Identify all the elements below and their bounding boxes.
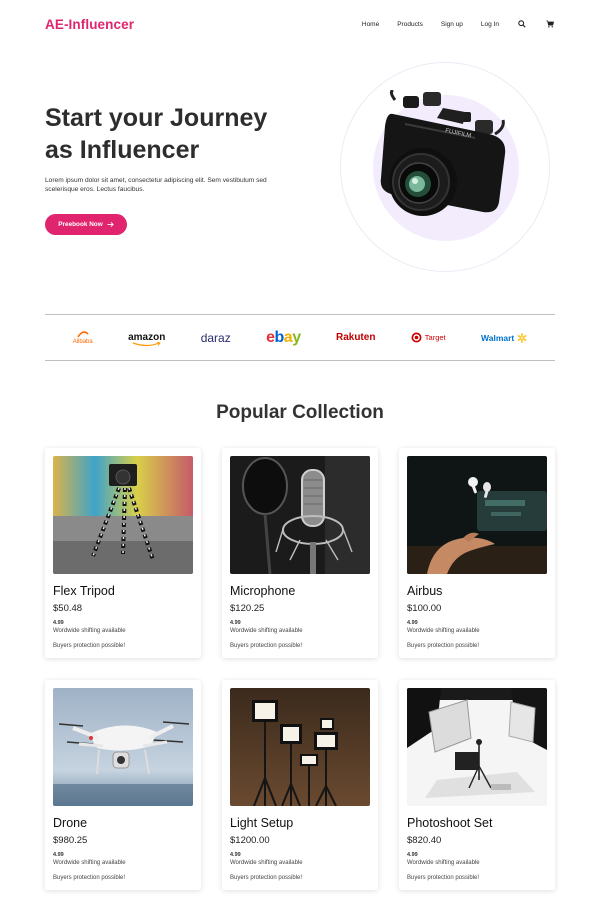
amazon-smile-icon [132, 342, 161, 347]
product-image-photoshoot-set [407, 688, 547, 806]
nav-link-signup[interactable]: Sign up [441, 21, 463, 28]
product-name[interactable]: Drone [53, 816, 87, 830]
hero-title: Start your Journey as Influencer [45, 102, 305, 166]
cart-icon[interactable] [545, 19, 555, 29]
product-rating: 4.99 [407, 620, 418, 626]
product-card-light-setup[interactable]: Light Setup $1200.00 4.99 Wordwide shift… [222, 680, 378, 890]
nav-link-home[interactable]: Home [362, 21, 379, 28]
product-price: $1200.00 [230, 835, 270, 846]
preebook-button[interactable]: Preebook Now [45, 214, 127, 235]
brand-logo-rakuten[interactable]: Rakuten [336, 332, 375, 343]
product-name[interactable]: Microphone [230, 584, 295, 598]
ebay-letter-a: a [283, 328, 293, 346]
navbar: AE-Influencer Home Products Sign up Log … [45, 14, 555, 34]
product-shipping: Wordwide shifting available [407, 860, 480, 866]
product-price: $120.25 [230, 603, 265, 614]
product-shipping: Wordwide shifting available [53, 628, 126, 634]
product-rating: 4.99 [407, 852, 418, 858]
product-rating: 4.99 [53, 620, 64, 626]
brand-logos-strip: Alibaba amazon daraz ebay Rakuten Target… [45, 314, 555, 361]
arrow-right-icon [107, 222, 114, 227]
product-shipping: Wordwide shifting available [407, 628, 480, 634]
site-logo[interactable]: AE-Influencer [45, 17, 134, 32]
nav-link-products[interactable]: Products [397, 21, 423, 28]
brand-logo-target[interactable]: Target [411, 332, 446, 343]
walmart-spark-icon [517, 332, 527, 343]
nav-link-login[interactable]: Log In [481, 21, 499, 28]
brand-logo-target-label: Target [424, 333, 446, 342]
brand-logo-walmart-label: Walmart [481, 332, 515, 343]
product-shipping: Wordwide shifting available [230, 628, 303, 634]
product-name[interactable]: Photoshoot Set [407, 816, 492, 830]
ebay-letter-y: y [292, 328, 301, 346]
product-card-photoshoot-set[interactable]: Photoshoot Set $820.40 4.99 Wordwide shi… [399, 680, 555, 890]
collection-title: Popular Collection [216, 402, 384, 423]
product-price: $50.48 [53, 603, 83, 614]
product-protection: Buyers protection possible! [230, 643, 303, 649]
product-protection: Buyers protection possible! [53, 643, 126, 649]
product-protection: Buyers protection possible! [53, 875, 126, 881]
product-rating: 4.99 [53, 852, 64, 858]
product-card-microphone[interactable]: Microphone $120.25 4.99 Wordwide shiftin… [222, 448, 378, 658]
product-protection: Buyers protection possible! [407, 643, 480, 649]
camera-image: FUJIFILM [380, 90, 506, 216]
product-card-flex-tripod[interactable]: Flex Tripod $50.48 4.99 Wordwide shiftin… [45, 448, 201, 658]
nav-links: Home Products Sign up Log In [344, 19, 555, 29]
search-icon[interactable] [517, 19, 527, 29]
product-card-drone[interactable]: Drone $980.25 4.99 Wordwide shifting ava… [45, 680, 201, 890]
brand-logo-walmart[interactable]: Walmart [481, 333, 527, 343]
brand-logo-alibaba[interactable]: Alibaba [72, 330, 93, 345]
hero-description: Lorem ipsum dolor sit amet, consectetur … [45, 177, 267, 193]
target-bullseye-icon [411, 332, 422, 343]
product-name[interactable]: Airbus [407, 584, 442, 598]
preebook-button-label: Preebook Now [58, 221, 103, 228]
hero-title-line1: Start your Journey [45, 104, 268, 132]
product-price: $100.00 [407, 603, 442, 614]
product-protection: Buyers protection possible! [407, 875, 480, 881]
product-name[interactable]: Flex Tripod [53, 584, 115, 598]
product-image-microphone [230, 456, 370, 574]
product-rating: 4.99 [230, 852, 241, 858]
ebay-letter-e: e [266, 328, 275, 346]
product-price: $820.40 [407, 835, 442, 846]
alibaba-mark-icon [77, 330, 89, 337]
product-rating: 4.99 [230, 620, 241, 626]
product-image-airbus [407, 456, 547, 574]
product-shipping: Wordwide shifting available [230, 860, 303, 866]
brand-logo-ebay[interactable]: ebay [266, 329, 301, 347]
product-image-light-setup [230, 688, 370, 806]
brand-logo-amazon[interactable]: amazon [128, 332, 165, 347]
hero-title-line2: as Influencer [45, 136, 200, 164]
product-image-drone [53, 688, 193, 806]
product-protection: Buyers protection possible! [230, 875, 303, 881]
product-shipping: Wordwide shifting available [53, 860, 126, 866]
product-card-airbus[interactable]: Airbus $100.00 4.99 Wordwide shifting av… [399, 448, 555, 658]
brand-logo-daraz[interactable]: daraz [201, 331, 231, 345]
product-name[interactable]: Light Setup [230, 816, 293, 830]
product-price: $980.25 [53, 835, 88, 846]
brand-logo-alibaba-label: Alibaba [72, 338, 93, 345]
ebay-letter-b: b [274, 328, 285, 346]
product-image-flex-tripod [53, 456, 193, 574]
